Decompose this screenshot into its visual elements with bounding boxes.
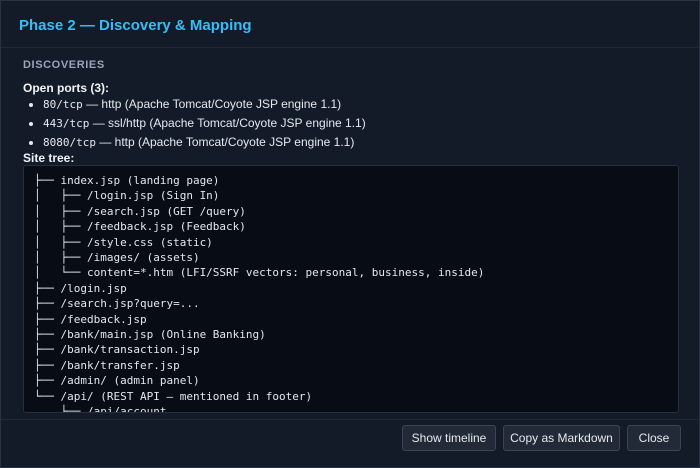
site-tree-line: └── /api/ (REST API — mentioned in foote… bbox=[34, 389, 313, 403]
site-tree-line: │ ├── /style.css (static) bbox=[34, 235, 213, 249]
site-tree-line: ├── /admin/ (admin panel) bbox=[34, 374, 200, 388]
dialog-title: Phase 2 — Discovery & Mapping bbox=[19, 17, 252, 34]
site-tree-line: ├── /search.jsp?query=... bbox=[34, 297, 200, 311]
phase-dialog: Phase 2 — Discovery & Mapping DISCOVERIE… bbox=[0, 0, 700, 468]
site-tree-line: ├── /login.jsp bbox=[34, 281, 127, 295]
site-tree-line: ├── index.jsp (landing page) bbox=[34, 174, 220, 187]
port-number: 443/tcp bbox=[43, 117, 90, 130]
port-description: — ssl/http (Apache Tomcat/Coyote JSP eng… bbox=[89, 116, 366, 130]
close-button[interactable]: Close bbox=[627, 425, 681, 451]
open-ports-heading: Open ports (3): bbox=[23, 81, 109, 95]
footer-divider bbox=[1, 419, 699, 420]
discoveries-section-label: DISCOVERIES bbox=[23, 59, 105, 71]
port-description: — http (Apache Tomcat/Coyote JSP engine … bbox=[82, 97, 342, 111]
port-item: 8080/tcp — http (Apache Tomcat/Coyote JS… bbox=[43, 133, 366, 152]
site-tree-line: ├── /bank/main.jsp (Online Banking) bbox=[34, 328, 266, 342]
open-ports-list: 80/tcp — http (Apache Tomcat/Coyote JSP … bbox=[23, 95, 366, 152]
port-number: 80/tcp bbox=[43, 98, 83, 111]
site-tree-line: │ └── content=*.htm (LFI/SSRF vectors: p… bbox=[34, 266, 485, 280]
site-tree-line: ├── /api/account bbox=[34, 405, 167, 413]
site-tree-line: ├── /bank/transfer.jsp bbox=[34, 358, 180, 372]
port-number: 8080/tcp bbox=[43, 136, 96, 149]
site-tree-line: ├── /feedback.jsp bbox=[34, 312, 147, 326]
site-tree-line: │ ├── /search.jsp (GET /query) bbox=[34, 204, 246, 218]
site-tree-line: │ ├── /login.jsp (Sign In) bbox=[34, 189, 220, 203]
title-divider bbox=[1, 47, 699, 48]
port-item: 443/tcp — ssl/http (Apache Tomcat/Coyote… bbox=[43, 114, 366, 133]
site-tree-line: ├── /bank/transaction.jsp bbox=[34, 343, 200, 357]
site-tree-heading: Site tree: bbox=[23, 151, 75, 165]
port-description: — http (Apache Tomcat/Coyote JSP engine … bbox=[95, 135, 355, 149]
site-tree-line: │ ├── /feedback.jsp (Feedback) bbox=[34, 220, 246, 234]
site-tree: ├── index.jsp (landing page) │ ├── /logi… bbox=[24, 166, 678, 413]
site-tree-line: │ ├── /images/ (assets) bbox=[34, 251, 200, 265]
port-item: 80/tcp — http (Apache Tomcat/Coyote JSP … bbox=[43, 95, 366, 114]
site-tree-scroll-area[interactable]: ├── index.jsp (landing page) │ ├── /logi… bbox=[23, 165, 679, 413]
show-timeline-button[interactable]: Show timeline bbox=[402, 425, 496, 451]
copy-as-markdown-button[interactable]: Copy as Markdown bbox=[503, 425, 620, 451]
